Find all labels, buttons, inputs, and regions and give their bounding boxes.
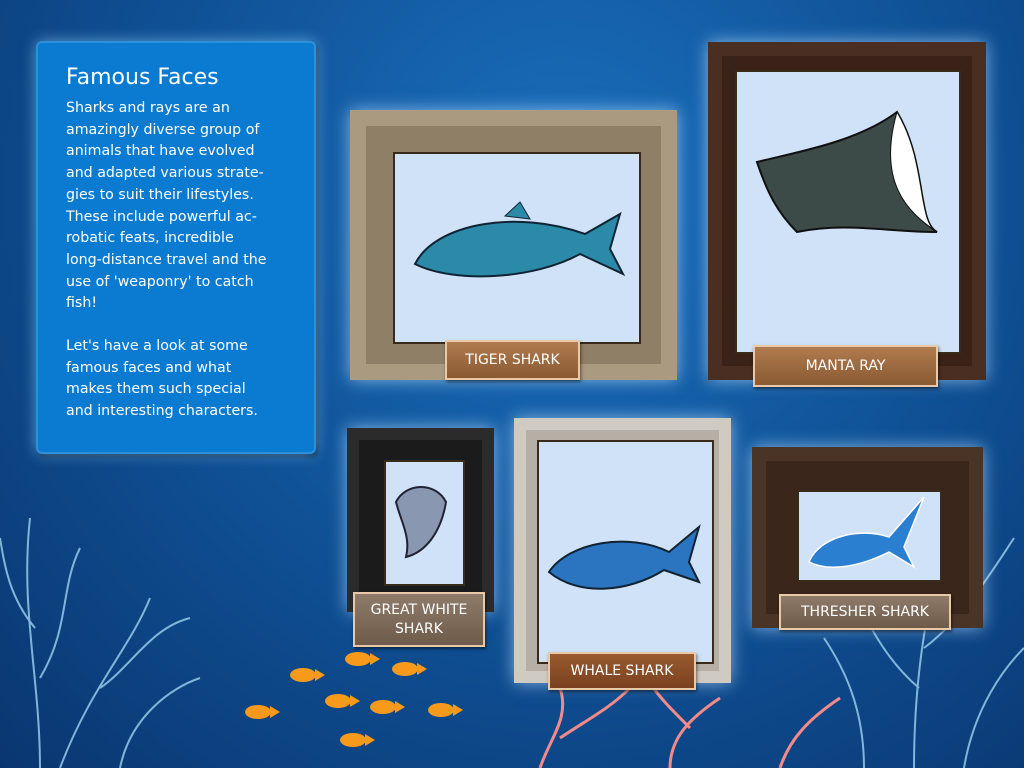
frame-manta-ray[interactable] xyxy=(708,42,986,380)
thresher-shark-icon xyxy=(808,496,925,569)
great-white-shark-icon xyxy=(394,486,448,559)
frame-great-white-shark[interactable] xyxy=(347,428,494,612)
whale-shark-icon xyxy=(547,524,701,590)
fish-icon xyxy=(345,652,380,666)
fish-icon xyxy=(370,700,405,714)
manta-ray-icon xyxy=(755,110,938,234)
label-tiger-shark: TIGER SHARK xyxy=(445,340,580,380)
fish-icon xyxy=(245,705,280,719)
fish-icon xyxy=(392,662,427,676)
fish-icon xyxy=(428,703,463,717)
frame-whale-shark[interactable] xyxy=(514,418,731,683)
panel-paragraph-1: Sharks and rays are an amazingly diverse… xyxy=(66,100,267,312)
fish-icon xyxy=(325,694,360,708)
pink-coral-decoration xyxy=(538,682,841,768)
label-thresher-shark: THRESHER SHARK xyxy=(779,594,951,630)
label-great-white-shark: GREAT WHITE SHARK xyxy=(353,592,485,647)
fish-icon xyxy=(340,733,375,747)
label-whale-shark: WHALE SHARK xyxy=(548,652,696,690)
fish-icon xyxy=(290,668,325,682)
info-panel: Famous Faces Sharks and rays are an amaz… xyxy=(36,41,316,454)
tiger-shark-icon xyxy=(413,201,626,278)
panel-title: Famous Faces xyxy=(66,65,219,90)
label-manta-ray: MANTA RAY xyxy=(753,345,938,387)
panel-paragraph-2: Let's have a look at some famous faces a… xyxy=(66,338,258,420)
